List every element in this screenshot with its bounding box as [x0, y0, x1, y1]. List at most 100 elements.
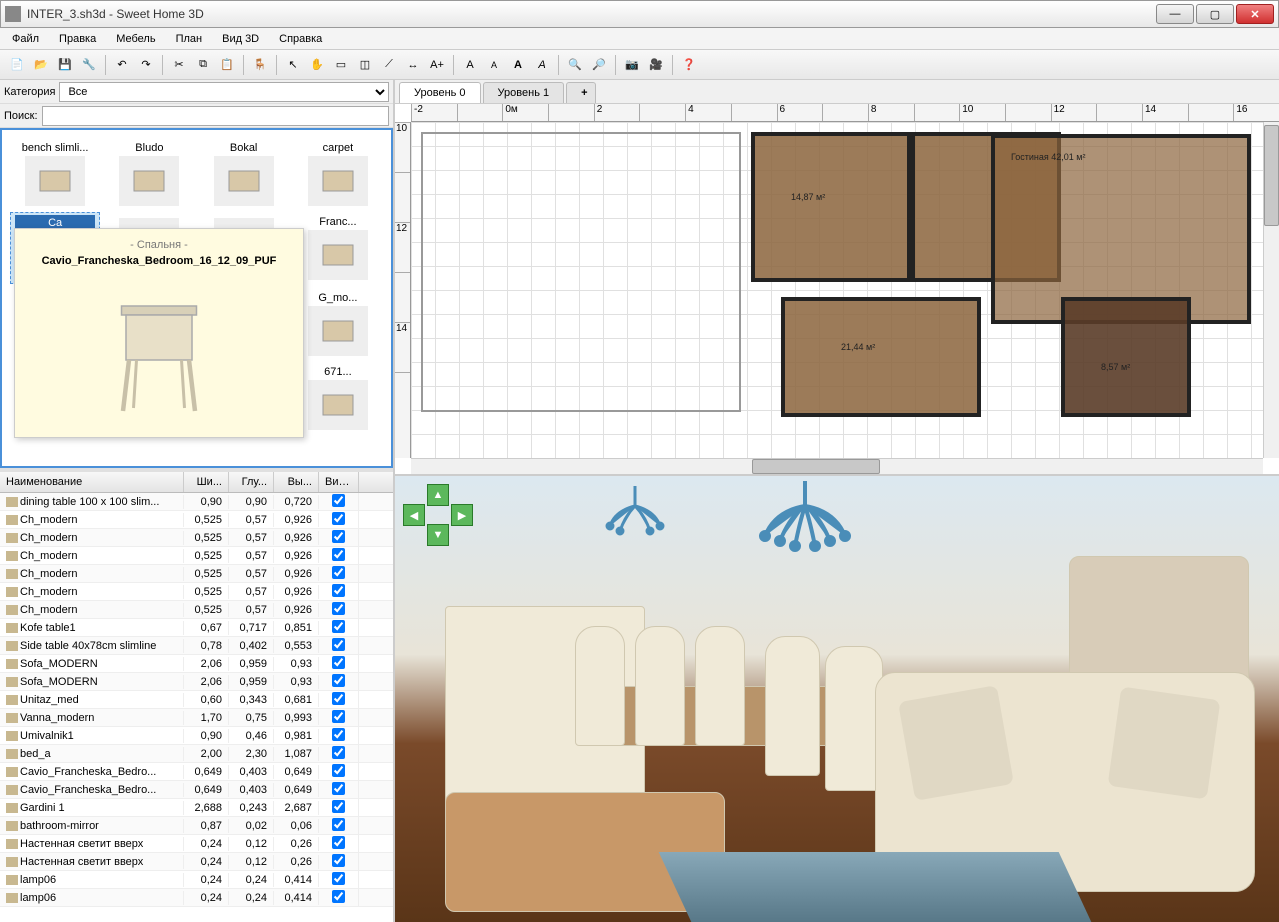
table-row[interactable]: Ch_modern0,5250,570,926	[0, 601, 393, 619]
close-button[interactable]: ✕	[1236, 4, 1274, 24]
nav-right-icon[interactable]: ▶	[451, 504, 473, 526]
row-visible-checkbox[interactable]	[332, 818, 345, 831]
zoom-out-icon[interactable]: 🔎	[588, 54, 610, 76]
text-decrease-icon[interactable]: A	[483, 54, 505, 76]
table-row[interactable]: Unitaz_med0,600,3430,681	[0, 691, 393, 709]
row-visible-checkbox[interactable]	[332, 872, 345, 885]
text-tool-icon[interactable]: A+	[426, 54, 448, 76]
add-furniture-icon[interactable]: 🪑	[249, 54, 271, 76]
row-visible-checkbox[interactable]	[332, 746, 345, 759]
text-italic-icon[interactable]: A	[531, 54, 553, 76]
photo-icon[interactable]: 📷	[621, 54, 643, 76]
catalog-item[interactable]: Franc...	[293, 212, 383, 284]
copy-icon[interactable]: ⧉	[192, 54, 214, 76]
video-icon[interactable]: 🎥	[645, 54, 667, 76]
preferences-icon[interactable]: 🔧	[78, 54, 100, 76]
catalog-item[interactable]: 671...	[293, 362, 383, 432]
save-file-icon[interactable]: 💾	[54, 54, 76, 76]
row-visible-checkbox[interactable]	[332, 656, 345, 669]
add-level-button[interactable]: +	[566, 82, 596, 103]
menu-3[interactable]: План	[168, 30, 211, 48]
level-tab[interactable]: Уровень 1	[483, 82, 565, 103]
minimize-button[interactable]: —	[1156, 4, 1194, 24]
table-row[interactable]: bathroom-mirror0,870,020,06	[0, 817, 393, 835]
table-row[interactable]: bed_a2,002,301,087	[0, 745, 393, 763]
text-bold-icon[interactable]: A	[507, 54, 529, 76]
plan-canvas[interactable]: -20м246810121416 101214 14,87 м² 21,44 м…	[395, 104, 1279, 474]
catalog-item[interactable]: Bokal	[199, 138, 289, 208]
scrollbar-vertical[interactable]	[1263, 122, 1279, 458]
menu-2[interactable]: Мебель	[108, 30, 163, 48]
category-select[interactable]: Все	[59, 82, 389, 102]
table-row[interactable]: lamp060,240,240,414	[0, 889, 393, 907]
furniture-catalog[interactable]: bench slimli...BludoBokalcarpetCaFranc..…	[0, 128, 393, 468]
row-visible-checkbox[interactable]	[332, 692, 345, 705]
redo-icon[interactable]: ↷	[135, 54, 157, 76]
table-row[interactable]: Cavio_Francheska_Bedro...0,6490,4030,649	[0, 763, 393, 781]
row-visible-checkbox[interactable]	[332, 494, 345, 507]
row-visible-checkbox[interactable]	[332, 854, 345, 867]
row-visible-checkbox[interactable]	[332, 548, 345, 561]
undo-icon[interactable]: ↶	[111, 54, 133, 76]
table-row[interactable]: Side table 40x78cm slimline0,780,4020,55…	[0, 637, 393, 655]
menu-0[interactable]: Файл	[4, 30, 47, 48]
cut-icon[interactable]: ✂	[168, 54, 190, 76]
plan-content[interactable]: 14,87 м² 21,44 м² 8,57 м² Гостиная 42,01…	[411, 122, 1263, 458]
row-visible-checkbox[interactable]	[332, 800, 345, 813]
furniture-list-header[interactable]: Наименование Ши... Глу... Вы... Види...	[0, 472, 393, 493]
paste-icon[interactable]: 📋	[216, 54, 238, 76]
row-visible-checkbox[interactable]	[332, 530, 345, 543]
table-row[interactable]: Vanna_modern1,700,750,993	[0, 709, 393, 727]
select-tool-icon[interactable]: ↖	[282, 54, 304, 76]
table-row[interactable]: Umivalnik10,900,460,981	[0, 727, 393, 745]
furniture-list[interactable]: Наименование Ши... Глу... Вы... Види... …	[0, 472, 393, 922]
catalog-item[interactable]: bench slimli...	[10, 138, 100, 208]
nav-left-icon[interactable]: ◀	[403, 504, 425, 526]
view-3d[interactable]: ▲ ◀ ▶ ▼	[395, 476, 1279, 922]
row-visible-checkbox[interactable]	[332, 782, 345, 795]
table-row[interactable]: lamp060,240,240,414	[0, 871, 393, 889]
table-row[interactable]: Ch_modern0,5250,570,926	[0, 583, 393, 601]
row-visible-checkbox[interactable]	[332, 674, 345, 687]
help-icon[interactable]: ❓	[678, 54, 700, 76]
nav-down-icon[interactable]: ▼	[427, 524, 449, 546]
pan-tool-icon[interactable]: ✋	[306, 54, 328, 76]
catalog-item[interactable]: carpet	[293, 138, 383, 208]
polyline-tool-icon[interactable]: ⟋	[378, 54, 400, 76]
row-visible-checkbox[interactable]	[332, 836, 345, 849]
table-row[interactable]: Sofa_MODERN2,060,9590,93	[0, 655, 393, 673]
row-visible-checkbox[interactable]	[332, 584, 345, 597]
text-style-icon[interactable]: A	[459, 54, 481, 76]
table-row[interactable]: Ch_modern0,5250,570,926	[0, 565, 393, 583]
menu-5[interactable]: Справка	[271, 30, 330, 48]
table-row[interactable]: dining table 100 x 100 slim...0,900,900,…	[0, 493, 393, 511]
nav-up-icon[interactable]: ▲	[427, 484, 449, 506]
table-row[interactable]: Kofe table10,670,7170,851	[0, 619, 393, 637]
row-visible-checkbox[interactable]	[332, 764, 345, 777]
row-visible-checkbox[interactable]	[332, 890, 345, 903]
table-row[interactable]: Ch_modern0,5250,570,926	[0, 529, 393, 547]
maximize-button[interactable]: ▢	[1196, 4, 1234, 24]
zoom-in-icon[interactable]: 🔍	[564, 54, 586, 76]
catalog-item[interactable]: G_mo...	[293, 288, 383, 358]
row-visible-checkbox[interactable]	[332, 710, 345, 723]
new-file-icon[interactable]: 📄	[6, 54, 28, 76]
table-row[interactable]: Ch_modern0,5250,570,926	[0, 511, 393, 529]
row-visible-checkbox[interactable]	[332, 638, 345, 651]
scrollbar-horizontal[interactable]	[411, 458, 1263, 474]
level-tab[interactable]: Уровень 0	[399, 82, 481, 103]
table-row[interactable]: Gardini 12,6880,2432,687	[0, 799, 393, 817]
search-input[interactable]	[42, 106, 389, 126]
row-visible-checkbox[interactable]	[332, 602, 345, 615]
table-row[interactable]: Настенная светит вверх0,240,120,26	[0, 835, 393, 853]
room-tool-icon[interactable]: ◫	[354, 54, 376, 76]
open-file-icon[interactable]: 📂	[30, 54, 52, 76]
menu-1[interactable]: Правка	[51, 30, 104, 48]
table-row[interactable]: Ch_modern0,5250,570,926	[0, 547, 393, 565]
wall-tool-icon[interactable]: ▭	[330, 54, 352, 76]
dimension-tool-icon[interactable]: ↔	[402, 54, 424, 76]
table-row[interactable]: Настенная светит вверх0,240,120,26	[0, 853, 393, 871]
row-visible-checkbox[interactable]	[332, 620, 345, 633]
table-row[interactable]: Cavio_Francheska_Bedro...0,6490,4030,649	[0, 781, 393, 799]
row-visible-checkbox[interactable]	[332, 566, 345, 579]
